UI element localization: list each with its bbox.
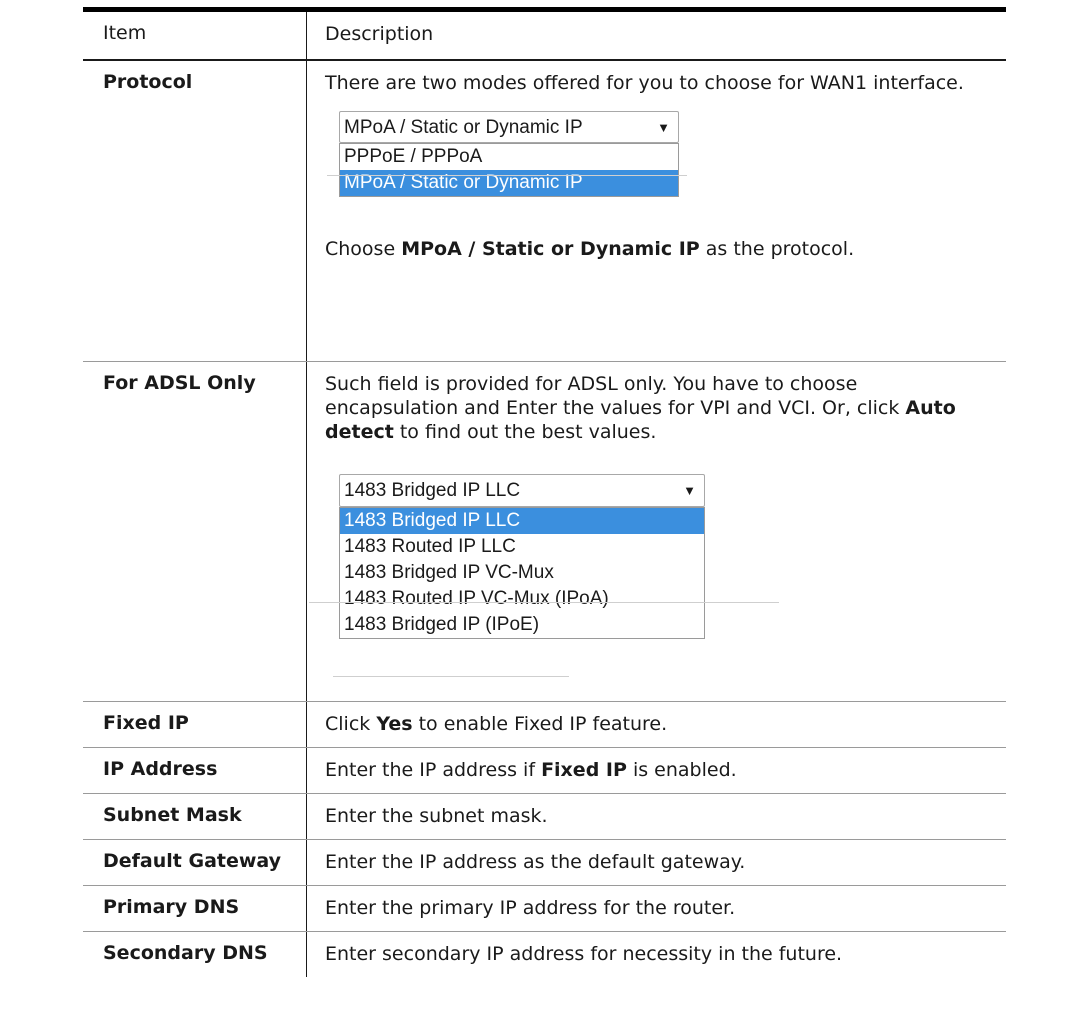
encapsulation-option-selected: 1483 Bridged IP LLC (340, 508, 704, 534)
encapsulation-select-value: 1483 Bridged IP LLC (344, 480, 521, 501)
faded-divider (309, 602, 779, 603)
table-row-secondary-dns: Secondary DNS Enter secondary IP address… (83, 932, 1006, 977)
adsl-description: Such field is provided for ADSL only. Yo… (325, 372, 994, 444)
desc-subnet-mask: Enter the subnet mask. (325, 805, 548, 827)
protocol-option: PPPoE / PPPoA (344, 146, 483, 167)
protocol-select-value: MPoA / Static or Dynamic IP (344, 117, 583, 138)
item-fixed-ip: Fixed IP (83, 702, 307, 747)
encapsulation-select: 1483 Bridged IP LLC ▼ (339, 474, 705, 507)
desc-adsl: Such field is provided for ADSL only. Yo… (307, 362, 1006, 701)
adsl-dropdown-screenshot: 1483 Bridged IP LLC ▼ 1483 Bridged IP LL… (309, 474, 779, 694)
desc-fixed-ip: Click Yes to enable Fixed IP feature. (307, 702, 1006, 747)
choose-bold: MPoA / Static or Dynamic IP (401, 238, 700, 260)
table-row-fixed-ip: Fixed IP Click Yes to enable Fixed IP fe… (83, 702, 1006, 748)
chevron-down-icon: ▼ (657, 120, 670, 135)
item-primary-dns: Primary DNS (83, 886, 307, 931)
encapsulation-option: 1483 Bridged IP (IPoE) (344, 614, 540, 635)
ip-address-prefix: Enter the IP address if (325, 759, 542, 781)
encapsulation-option: 1483 Routed IP VC-Mux (IPoA) (344, 588, 609, 609)
table-row-subnet-mask: Subnet Mask Enter the subnet mask. (83, 794, 1006, 840)
desc-default-gateway: Enter the IP address as the default gate… (325, 851, 746, 873)
item-secondary-dns: Secondary DNS (83, 932, 307, 977)
table-row-protocol: Protocol There are two modes offered for… (83, 61, 1006, 362)
protocol-choose-text: Choose MPoA / Static or Dynamic IP as th… (325, 237, 994, 261)
faded-divider (327, 175, 687, 176)
item-default-gateway: Default Gateway (83, 840, 307, 885)
table-row-primary-dns: Primary DNS Enter the primary IP address… (83, 886, 1006, 932)
ip-address-bold: Fixed IP (541, 759, 627, 781)
fixed-ip-bold: Yes (376, 713, 413, 735)
header-description: Description (325, 23, 434, 45)
protocol-option-selected: MPoA / Static or Dynamic IP (340, 170, 678, 196)
desc-primary-dns: Enter the primary IP address for the rou… (325, 897, 736, 919)
table-row-ip-address: IP Address Enter the IP address if Fixed… (83, 748, 1006, 794)
desc-secondary-dns: Enter secondary IP address for necessity… (325, 943, 843, 965)
protocol-description: There are two modes offered for you to c… (325, 72, 964, 94)
adsl-desc-part1: Such field is provided for ADSL only. Yo… (325, 373, 906, 419)
ip-address-suffix: is enabled. (626, 759, 737, 781)
protocol-select: MPoA / Static or Dynamic IP ▼ (339, 111, 679, 143)
table-row-adsl: For ADSL Only Such field is provided for… (83, 362, 1006, 702)
item-protocol: Protocol (83, 61, 307, 361)
item-ip-address: IP Address (83, 748, 307, 793)
encapsulation-option: 1483 Routed IP LLC (344, 536, 516, 557)
desc-ip-address: Enter the IP address if Fixed IP is enab… (307, 748, 1006, 793)
table-row-default-gateway: Default Gateway Enter the IP address as … (83, 840, 1006, 886)
item-subnet-mask: Subnet Mask (83, 794, 307, 839)
item-adsl: For ADSL Only (83, 362, 307, 701)
description-table: Item Description Protocol There are two … (83, 7, 1006, 977)
table-header-row: Item Description (83, 12, 1006, 61)
choose-suffix: as the protocol. (699, 238, 855, 260)
fixed-ip-suffix: to enable Fixed IP feature. (412, 713, 668, 735)
fixed-ip-prefix: Click (325, 713, 377, 735)
protocol-option-list: PPPoE / PPPoA MPoA / Static or Dynamic I… (339, 143, 679, 197)
choose-prefix: Choose (325, 238, 402, 260)
faded-field-outline (333, 676, 569, 677)
encapsulation-option-list: 1483 Bridged IP LLC 1483 Routed IP LLC 1… (339, 507, 705, 639)
adsl-desc-part2: to find out the best values. (393, 421, 657, 443)
chevron-down-icon: ▼ (683, 483, 696, 498)
encapsulation-option: 1483 Bridged IP VC-Mux (344, 562, 554, 583)
desc-protocol: There are two modes offered for you to c… (307, 61, 1006, 361)
protocol-dropdown-screenshot: MPoA / Static or Dynamic IP ▼ PPPoE / PP… (327, 111, 699, 219)
header-item: Item (83, 12, 307, 59)
